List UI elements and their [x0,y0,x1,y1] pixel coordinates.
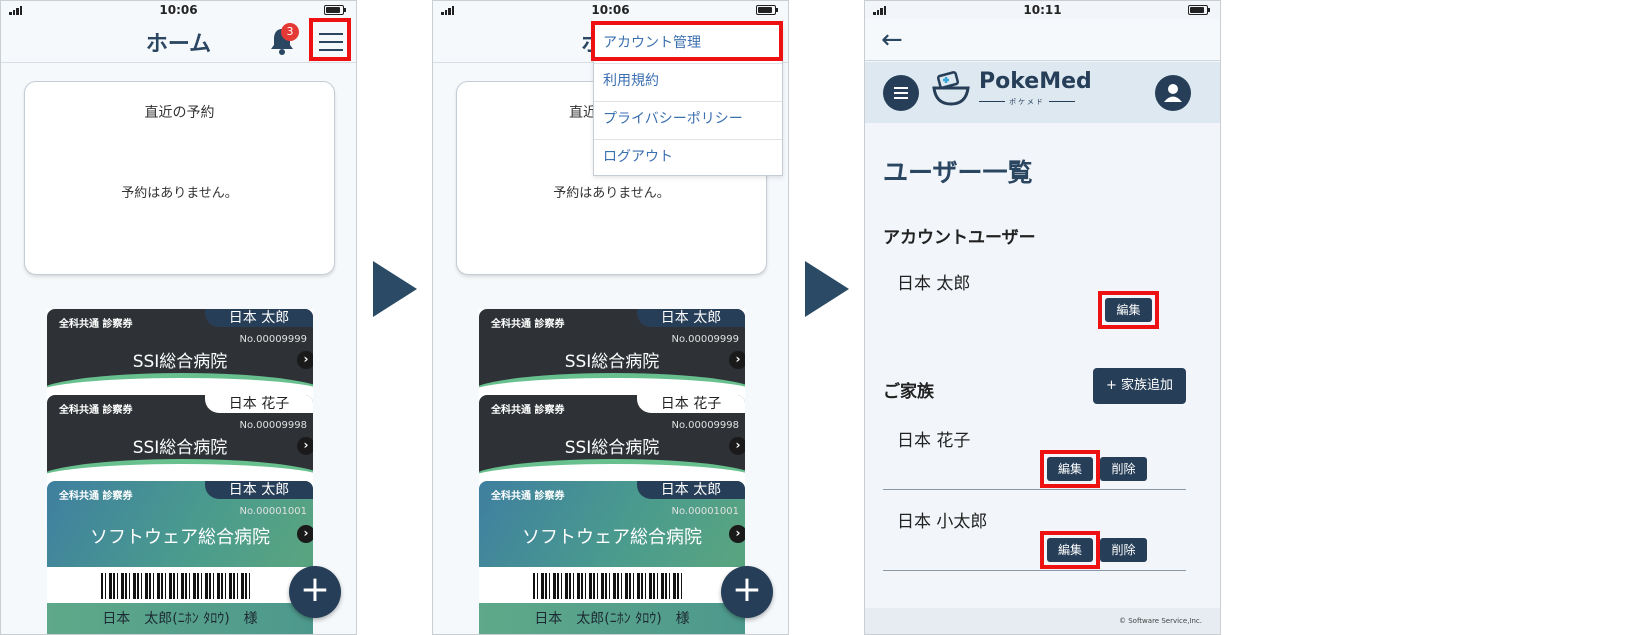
home-menu-screen: 10:06 ホ 直近 予約はありません。 全科共通 診察券 日本 太郎 No.0… [432,0,789,635]
card-hospital: SSI総合病院 [132,352,228,372]
status-bar: 10:06 [1,1,356,19]
card-hospital: SSI総合病院 [564,352,660,372]
status-time: 10:06 [159,3,198,17]
card-type: 全科共通 診察券 [59,491,133,502]
menu-item-privacy[interactable]: プライバシーポリシー [594,100,782,140]
arrow-right-icon [373,261,417,317]
row-divider [883,489,1186,490]
card-type: 全科共通 診察券 [59,319,133,330]
barcode-area [479,567,745,603]
notification-badge: 3 [281,23,299,41]
card-hospital: SSI総合病院 [132,438,228,458]
card-type: 全科共通 診察券 [491,319,565,330]
patient-card[interactable]: 全科共通 診察券 日本 太郎 No.00009999 SSI総合病院 › [479,309,745,389]
card-name: 日本 太郎 [637,481,745,499]
card-stack: 全科共通 診察券 日本 太郎 No.00009999 SSI総合病院 › 全科共… [479,309,745,634]
patient-card[interactable]: 全科共通 診察券 日本 太郎 No.00001001 ソフトウェア総合病院 › [47,481,313,571]
chevron-right-icon[interactable]: › [729,351,745,369]
delete-button[interactable]: 削除 [1100,457,1147,481]
highlight-box [1040,531,1100,569]
user-list-screen: 10:11 ← PokeMed ポケメド ユーザー一覧 アカウントユーザー 日本… [864,0,1221,635]
battery-icon [1188,5,1210,15]
chevron-right-icon[interactable]: › [297,437,313,455]
brand-subtitle: ポケメド [979,97,1075,107]
chevron-right-icon[interactable]: › [729,437,745,455]
battery-icon [324,5,346,15]
card-hospital: ソフトウェア総合病院 [90,527,270,548]
family-member-name: 日本 小太郎 [897,512,988,532]
card-swoosh [47,459,313,475]
patient-card[interactable]: 全科共通 診察券 日本 太郎 No.00009999 SSI総合病院 › [47,309,313,389]
chevron-right-icon[interactable]: › [297,351,313,369]
add-card-button[interactable]: + [721,566,773,618]
app-header: ホーム 3 [1,19,356,63]
card-hospital: SSI総合病院 [564,438,660,458]
card-hospital: ソフトウェア総合病院 [522,527,702,548]
barcode-image [101,573,251,599]
pokemed-logo-icon [932,71,970,106]
appointment-empty-text: 予約はありません。 [553,186,670,201]
appointment-empty-text: 予約はありません。 [121,186,238,201]
card-name: 日本 太郎 [205,481,313,499]
menu-item-logout[interactable]: ログアウト [594,138,782,178]
nav-bar: ← [865,19,1220,61]
status-bar: 10:06 [433,1,788,19]
card-swoosh [479,373,745,389]
menu-icon[interactable] [883,75,919,111]
card-number: No.00009998 [239,420,308,431]
card-number: No.00009999 [239,334,308,345]
card-number: No.00009999 [671,334,740,345]
delete-button[interactable]: 削除 [1100,538,1147,562]
brand-bar: PokeMed ポケメド [865,62,1220,123]
highlight-box [309,18,351,61]
card-name: 日本 太郎 [637,309,745,327]
barcode-image [533,573,683,599]
card-holder: 日本 太郎(ﾆﾎﾝ ﾀﾛｳ) 様 [479,603,745,634]
back-arrow-icon[interactable]: ← [881,25,903,55]
highlight-box [1098,291,1159,329]
page-title: ユーザー一覧 [883,158,1033,187]
section-title-family: ご家族 [883,382,934,402]
chevron-right-icon[interactable]: › [729,525,745,543]
menu-item-terms[interactable]: 利用規約 [594,62,782,102]
card-type: 全科共通 診察券 [491,491,565,502]
card-swoosh [479,459,745,475]
barcode-area [47,567,313,603]
card-stack: 全科共通 診察券 日本 太郎 No.00009999 SSI総合病院 › 全科共… [47,309,313,634]
add-family-button[interactable]: + 家族追加 [1093,368,1186,404]
card-type: 全科共通 診察券 [59,405,133,416]
card-number: No.00009998 [671,420,740,431]
battery-icon [756,5,778,15]
account-user-name: 日本 太郎 [897,274,971,294]
patient-card[interactable]: 全科共通 診察券 日本 花子 No.00009998 SSI総合病院 › [47,395,313,475]
status-time: 10:11 [1023,3,1062,17]
card-name: 日本 太郎 [205,309,313,327]
card-name: 日本 花子 [205,395,313,413]
row-divider [883,570,1186,571]
appointment-title: 直近の予約 [144,105,215,121]
user-account-icon[interactable] [1155,75,1191,111]
card-type: 全科共通 診察券 [491,405,565,416]
appointment-card: 直近の予約 予約はありません。 [24,81,335,275]
patient-card[interactable]: 全科共通 診察券 日本 太郎 No.00001001 ソフトウェア総合病院 › [479,481,745,571]
patient-card[interactable]: 全科共通 診察券 日本 花子 No.00009998 SSI総合病院 › [479,395,745,475]
card-holder: 日本 太郎(ﾆﾎﾝ ﾀﾛｳ) 様 [47,603,313,634]
home-screen: 10:06 ホーム 3 直近の予約 予約はありません。 全科共通 診察券 日本 … [0,0,357,635]
section-title-account: アカウントユーザー [883,228,1036,248]
page-title: ホーム [145,32,212,57]
copyright-footer: © Software Service,Inc. [865,608,1220,634]
status-time: 10:06 [591,3,630,17]
add-card-button[interactable]: + [289,566,341,618]
chevron-right-icon[interactable]: › [297,525,313,543]
arrow-right-icon [805,261,849,317]
brand-name: PokeMed [979,69,1092,94]
family-member-name: 日本 花子 [897,431,971,451]
status-bar: 10:11 [865,1,1220,19]
card-swoosh [47,373,313,389]
highlight-box [591,21,783,61]
card-name: 日本 花子 [637,395,745,413]
card-number: No.00001001 [239,506,308,517]
highlight-box [1040,450,1100,488]
card-number: No.00001001 [671,506,740,517]
